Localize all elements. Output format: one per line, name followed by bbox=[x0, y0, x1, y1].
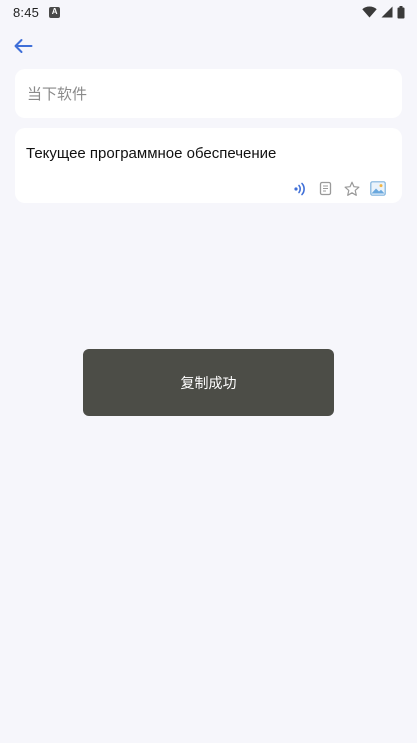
status-bar: 8:45 A bbox=[0, 0, 417, 24]
copy-button[interactable] bbox=[317, 180, 334, 197]
status-left: 8:45 A bbox=[13, 4, 61, 20]
wifi-icon bbox=[362, 6, 377, 18]
toast: 复制成功 bbox=[83, 349, 334, 416]
status-right bbox=[362, 5, 405, 19]
speak-button[interactable] bbox=[291, 180, 308, 197]
a-box-icon: A bbox=[49, 6, 61, 18]
image-icon bbox=[369, 181, 386, 196]
input-card bbox=[15, 69, 402, 118]
back-button[interactable] bbox=[10, 33, 36, 59]
copy-icon bbox=[319, 181, 331, 196]
toast-message: 复制成功 bbox=[180, 374, 237, 391]
star-icon bbox=[344, 181, 359, 196]
arrow-left-icon bbox=[14, 39, 33, 53]
translation-text: Текущее программное обеспечение bbox=[26, 145, 277, 162]
result-card: Текущее программное обеспечение bbox=[15, 128, 402, 203]
favorite-button[interactable] bbox=[343, 180, 360, 197]
battery-icon bbox=[397, 5, 405, 18]
image-button[interactable] bbox=[369, 180, 386, 197]
status-time: 8:45 bbox=[13, 4, 40, 20]
result-actions bbox=[291, 180, 386, 197]
screen: 8:45 A Текущее программное обеспечение bbox=[0, 0, 417, 743]
speaker-icon bbox=[293, 182, 305, 195]
source-text-input[interactable] bbox=[27, 85, 390, 102]
signal-icon bbox=[381, 6, 393, 18]
